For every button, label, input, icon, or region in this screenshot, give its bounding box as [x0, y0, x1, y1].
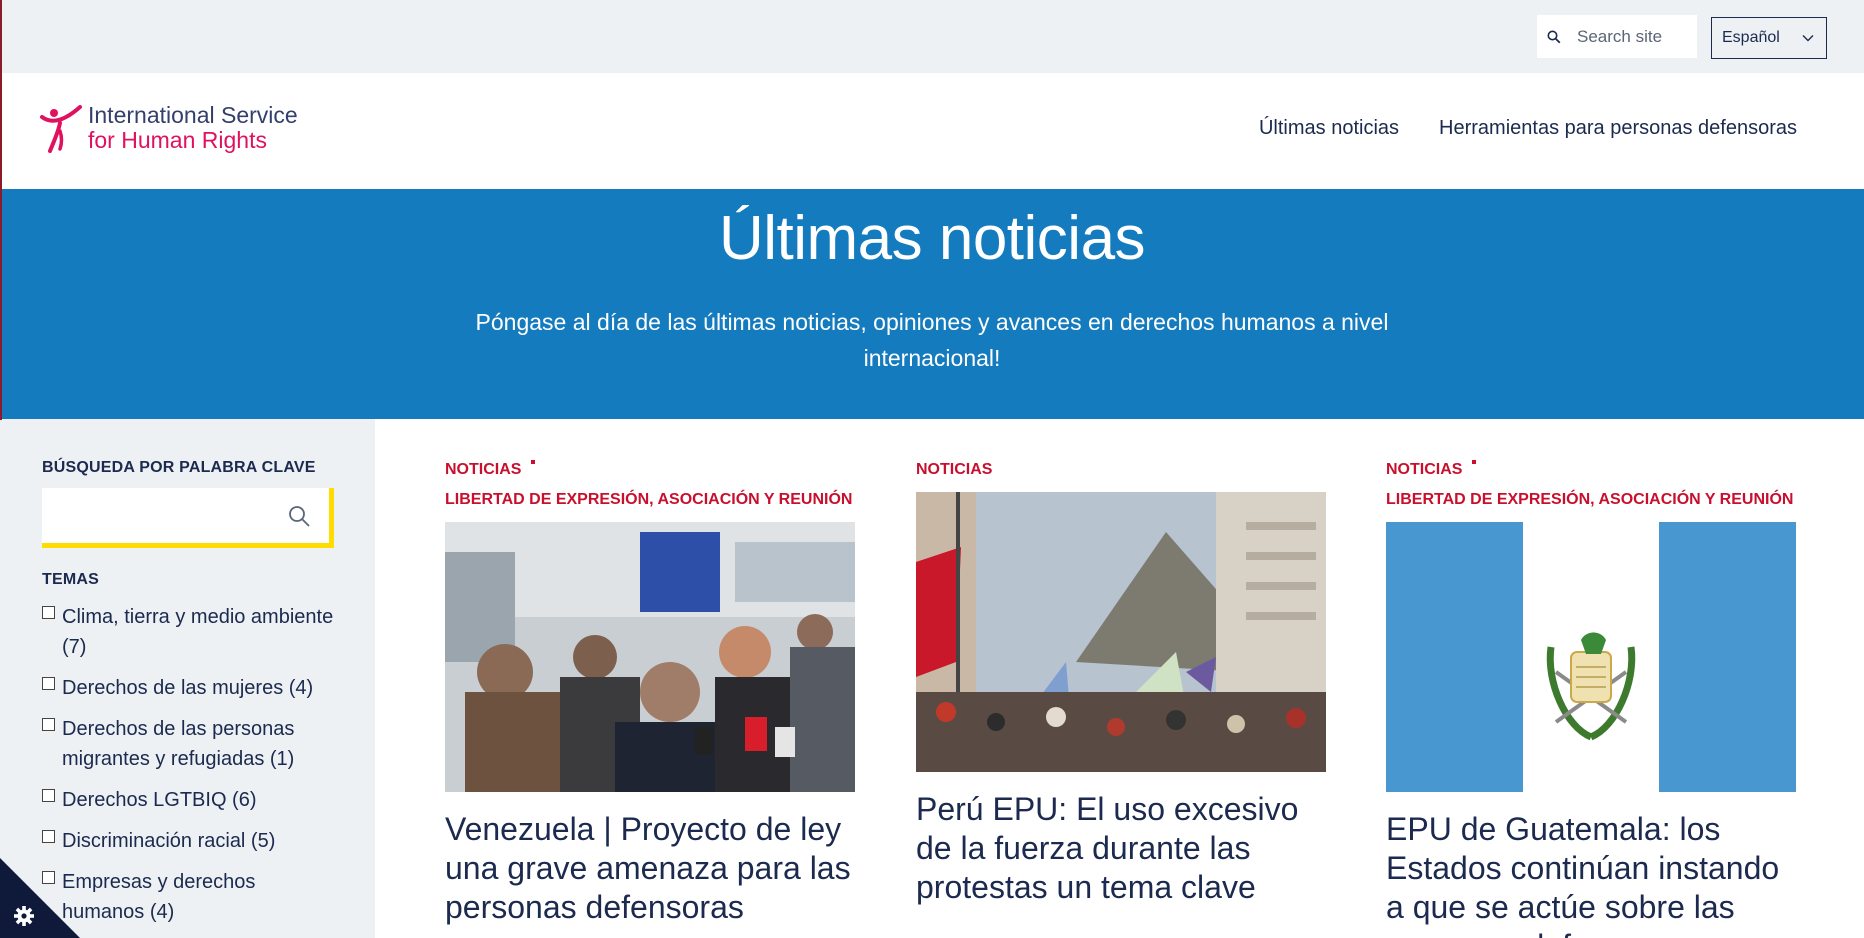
- article-card[interactable]: NOTICIAS Perú EPU: El uso excesivo de la…: [916, 460, 1326, 907]
- topic-label: Clima, tierra y medio ambiente (7): [62, 606, 334, 658]
- article-image-press-conference[interactable]: [445, 522, 855, 792]
- hero-subtitle: Póngase al día de las últimas noticias, …: [475, 309, 1389, 371]
- article-subcategory[interactable]: LIBERTAD DE EXPRESIÓN, ASOCIACIÓN Y REUN…: [1386, 490, 1796, 510]
- topic-label: Empresas y derechos humanos (4): [62, 871, 256, 923]
- topic-filter-item[interactable]: Empresas y derechos humanos (4): [42, 867, 342, 927]
- article-category[interactable]: NOTICIAS: [916, 460, 1326, 480]
- topic-label: Discriminación racial (5): [62, 830, 276, 852]
- site-search[interactable]: [1537, 15, 1697, 58]
- site-logo[interactable]: International Service for Human Rights: [40, 103, 298, 153]
- language-select-value: Español: [1722, 29, 1780, 46]
- human-figure-logo-icon: [40, 105, 82, 153]
- article-title[interactable]: Perú EPU: El uso excesivo de la fuerza d…: [916, 790, 1326, 907]
- topic-filter-item[interactable]: Clima, tierra y medio ambiente (7): [42, 602, 342, 662]
- search-icon[interactable]: [287, 504, 311, 528]
- language-select[interactable]: Español: [1711, 17, 1827, 59]
- article-title[interactable]: EPU de Guatemala: los Estados continúan …: [1386, 810, 1796, 938]
- keyword-search-heading: BÚSQUEDA POR PALABRA CLAVE: [42, 459, 316, 476]
- topic-label: Derechos de las personas migrantes y ref…: [62, 718, 295, 770]
- topics-heading: TEMAS: [42, 571, 99, 588]
- topic-filter-list: Clima, tierra y medio ambiente (7) Derec…: [42, 602, 342, 938]
- topic-checkbox[interactable]: [42, 718, 55, 731]
- cookie-settings-button[interactable]: [0, 858, 80, 938]
- article-card[interactable]: NOTICIAS LIBERTAD DE EXPRESIÓN, ASOCIACI…: [1386, 460, 1796, 938]
- article-title[interactable]: Venezuela | Proyecto de ley una grave am…: [445, 810, 855, 927]
- topic-filter-item[interactable]: Derechos de las mujeres (4): [42, 673, 342, 703]
- page-edge-line: [0, 0, 2, 420]
- search-icon: [1547, 30, 1561, 43]
- logo-line-1: International Service: [88, 102, 298, 128]
- logo-wordmark: International Service for Human Rights: [88, 103, 298, 153]
- nav-latest-news[interactable]: Últimas noticias: [1259, 117, 1399, 140]
- article-category[interactable]: NOTICIAS: [1386, 460, 1796, 480]
- topic-filter-item[interactable]: Discriminación racial (5): [42, 826, 342, 856]
- keyword-search-input[interactable]: [42, 488, 282, 543]
- separator-dot: [1472, 460, 1477, 464]
- main-nav: Últimas noticias Herramientas para perso…: [1259, 117, 1797, 140]
- topic-checkbox[interactable]: [42, 606, 55, 619]
- site-search-input[interactable]: [1577, 26, 1697, 47]
- site-header: International Service for Human Rights Ú…: [0, 73, 1864, 189]
- page-title: Últimas noticias: [718, 204, 1146, 273]
- keyword-search-box[interactable]: [42, 488, 334, 548]
- article-category[interactable]: NOTICIAS: [445, 460, 855, 480]
- topic-checkbox[interactable]: [42, 789, 55, 802]
- hero-banner: Últimas noticias Póngase al día de las ú…: [0, 189, 1864, 419]
- separator-dot: [531, 460, 536, 464]
- topic-checkbox[interactable]: [42, 677, 55, 690]
- chevron-down-icon: [1802, 35, 1814, 42]
- utility-bar: Español: [0, 0, 1864, 73]
- article-card[interactable]: NOTICIAS LIBERTAD DE EXPRESIÓN, ASOCIACI…: [445, 460, 855, 927]
- logo-line-2: for Human Rights: [88, 127, 267, 153]
- gear-icon: [14, 906, 34, 926]
- article-image-street-protest[interactable]: [916, 492, 1326, 772]
- topic-checkbox[interactable]: [42, 830, 55, 843]
- topic-label: Derechos LGTBIQ (6): [62, 789, 257, 811]
- topic-label: Derechos de las mujeres (4): [62, 677, 314, 699]
- topic-filter-item[interactable]: Derechos de las personas migrantes y ref…: [42, 714, 342, 774]
- article-image-guatemala-flag[interactable]: [1386, 522, 1796, 792]
- topic-filter-item[interactable]: Derechos LGTBIQ (6): [42, 785, 342, 815]
- nav-defender-tools[interactable]: Herramientas para personas defensoras: [1439, 117, 1797, 140]
- article-subcategory[interactable]: LIBERTAD DE EXPRESIÓN, ASOCIACIÓN Y REUN…: [445, 490, 855, 510]
